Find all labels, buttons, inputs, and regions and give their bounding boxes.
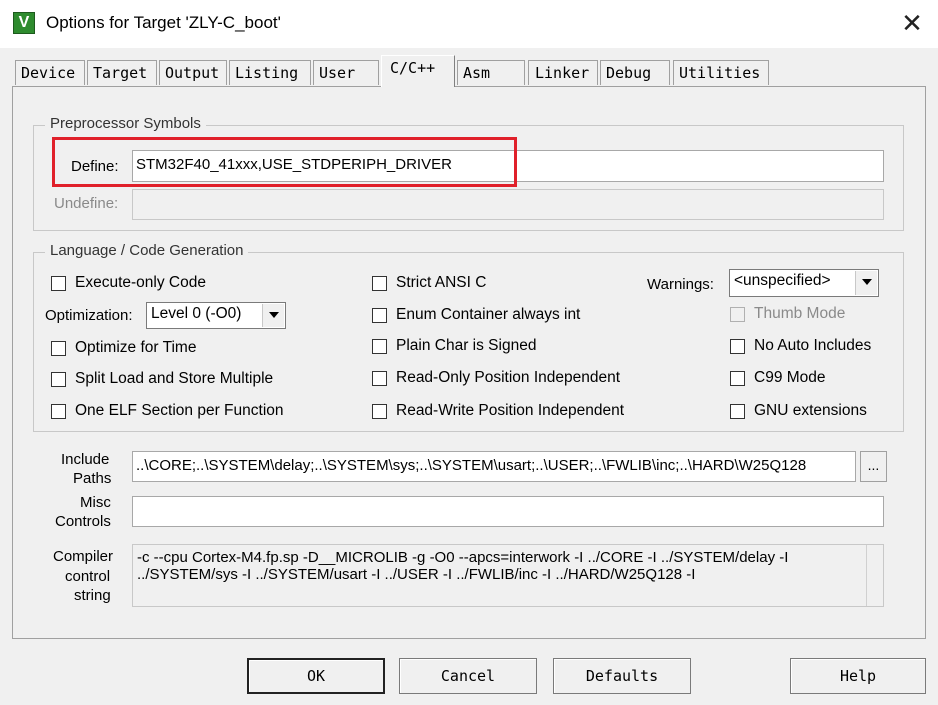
enum-container-box[interactable] [372,307,387,323]
ro-position-independent-label: Read-Only Position Independent [396,369,621,386]
split-load-box[interactable] [51,371,66,387]
split-load-label: Split Load and Store Multiple [75,370,274,387]
warnings-select[interactable]: <unspecified> [729,269,879,297]
rw-position-independent-box[interactable] [372,403,387,419]
strict-ansi-box[interactable] [372,275,387,291]
warnings-value: <unspecified> [734,272,831,289]
cancel-button[interactable]: Cancel [399,658,537,694]
undefine-input[interactable] [132,189,884,220]
plain-char-label: Plain Char is Signed [396,337,537,354]
execute-only-checkbox[interactable]: Execute-only Code [51,274,206,292]
preprocessor-group-label: Preprocessor Symbols [45,115,206,132]
gnu-extensions-box[interactable] [730,403,745,419]
compiler-control-string[interactable]: -c --cpu Cortex-M4.fp.sp -D__MICROLIB -g… [132,544,884,607]
one-elf-checkbox[interactable]: One ELF Section per Function [51,402,284,420]
tab-target[interactable]: Target [87,60,157,85]
compiler-string-line1: -c --cpu Cortex-M4.fp.sp -D__MICROLIB -g… [137,549,789,566]
compiler-string-line2: ../SYSTEM/sys -I ../SYSTEM/usart -I ../U… [137,566,696,583]
enum-container-label: Enum Container always int [396,306,581,323]
c99-mode-box[interactable] [730,370,745,386]
optimize-time-label: Optimize for Time [75,339,197,356]
execute-only-box[interactable] [51,275,66,291]
define-label: Define: [71,158,119,175]
misc-controls-input[interactable] [132,496,884,527]
ro-position-independent-box[interactable] [372,370,387,386]
c99-mode-checkbox[interactable]: C99 Mode [730,369,826,387]
rw-position-independent-label: Read-Write Position Independent [396,402,625,419]
rw-position-independent-checkbox[interactable]: Read-Write Position Independent [372,402,624,420]
ro-position-independent-checkbox[interactable]: Read-Only Position Independent [372,369,620,387]
define-input[interactable]: STM32F40_41xxx,USE_STDPERIPH_DRIVER [132,150,884,182]
help-button[interactable]: Help [790,658,926,694]
defaults-button[interactable]: Defaults [553,658,691,694]
thumb-mode-label: Thumb Mode [754,305,846,322]
chevron-down-icon[interactable] [855,271,877,295]
gnu-extensions-label: GNU extensions [754,402,867,419]
optimize-time-box[interactable] [51,340,66,356]
c99-mode-label: C99 Mode [754,369,826,386]
include-label-line1: Include [61,451,110,468]
compiler-string-scrollbar[interactable] [866,545,882,606]
thumb-mode-checkbox[interactable]: Thumb Mode [730,305,845,323]
execute-only-label: Execute-only Code [75,274,206,291]
optimization-select[interactable]: Level 0 (-O0) [146,302,286,329]
misc-label-line1: Misc [80,494,111,511]
tab-user[interactable]: User [313,60,379,85]
plain-char-checkbox[interactable]: Plain Char is Signed [372,337,536,355]
compiler-label-line2: control [65,568,111,585]
one-elf-box[interactable] [51,403,66,419]
no-auto-includes-checkbox[interactable]: No Auto Includes [730,337,871,355]
title-bar: V Options for Target 'ZLY-C_boot' ✕ [0,0,938,48]
tab-listing[interactable]: Listing [229,60,311,85]
no-auto-includes-label: No Auto Includes [754,337,872,354]
tab-asm[interactable]: Asm [457,60,525,85]
no-auto-includes-box[interactable] [730,338,745,354]
optimization-label: Optimization: [45,307,133,324]
plain-char-box[interactable] [372,338,387,354]
tab-linker[interactable]: Linker [528,60,598,85]
tab-output[interactable]: Output [159,60,227,85]
tab-debug[interactable]: Debug [600,60,670,85]
chevron-down-icon[interactable] [262,304,284,327]
tab-strip: Device Target Output Listing User C/C++ … [0,48,938,90]
optimization-value: Level 0 (-O0) [151,305,242,322]
strict-ansi-checkbox[interactable]: Strict ANSI C [372,274,486,292]
one-elf-label: One ELF Section per Function [75,402,284,419]
compiler-label-line1: Compiler [53,548,114,565]
strict-ansi-label: Strict ANSI C [396,274,487,291]
compiler-label-line3: string [74,587,111,604]
uvision-app-icon: V [13,12,35,34]
warnings-label: Warnings: [647,276,714,293]
ok-button[interactable]: OK [247,658,385,694]
include-paths-browse-button[interactable]: ... [860,451,887,482]
include-label-line2: Paths [73,470,112,487]
thumb-mode-box[interactable] [730,306,745,322]
close-icon[interactable]: ✕ [896,10,928,38]
tab-c-cpp[interactable]: C/C++ [381,55,455,87]
tab-device[interactable]: Device [15,60,85,85]
undefine-label: Undefine: [54,195,119,212]
optimize-time-checkbox[interactable]: Optimize for Time [51,339,196,357]
language-group-label: Language / Code Generation [45,242,249,259]
tab-utilities[interactable]: Utilities [673,60,769,85]
enum-container-checkbox[interactable]: Enum Container always int [372,306,580,324]
misc-label-line2: Controls [55,513,111,530]
window-title: Options for Target 'ZLY-C_boot' [46,13,281,32]
gnu-extensions-checkbox[interactable]: GNU extensions [730,402,867,420]
include-paths-input[interactable]: ..\CORE;..\SYSTEM\delay;..\SYSTEM\sys;..… [132,451,856,482]
split-load-checkbox[interactable]: Split Load and Store Multiple [51,370,273,388]
